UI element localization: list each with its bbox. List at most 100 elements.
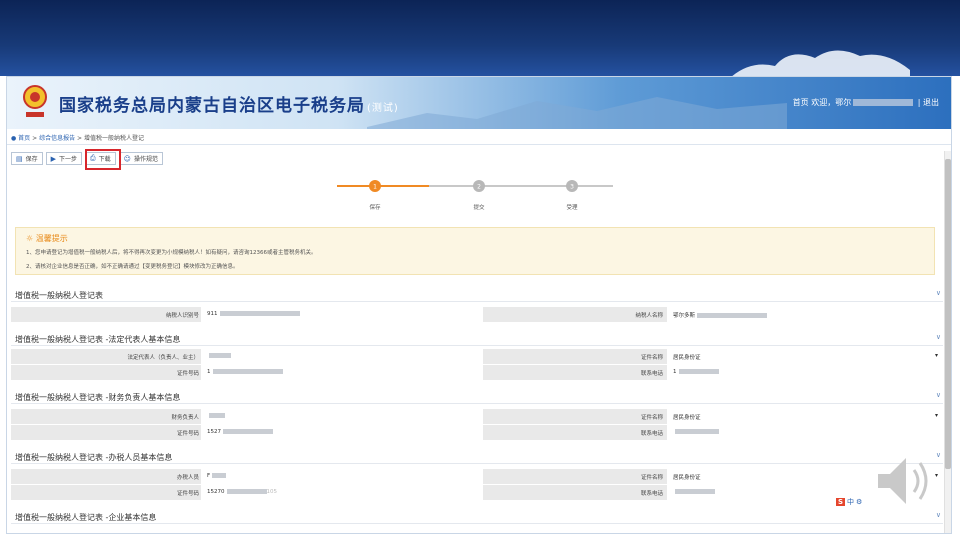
progress-steps: 1 2 3 保存 提交 受理 (337, 180, 613, 211)
dropdown-arrow-icon[interactable]: ▾ (935, 412, 938, 419)
chevron-down-icon[interactable]: ∨ (936, 333, 941, 341)
breadcrumb: ● 首页 > 综合信息报告 > 增值税一般纳税人登记 (11, 133, 144, 142)
masked-value (675, 489, 715, 494)
guide-button[interactable]: ☺ 操作规范 (118, 152, 163, 165)
legal-rep-value (207, 353, 231, 359)
idtype-select[interactable] (667, 349, 943, 364)
taxid-value: 911 (207, 311, 300, 317)
guide-label: 操作规范 (133, 156, 158, 163)
save-button[interactable]: ▤ 保存 (11, 152, 43, 165)
scrollbar-thumb[interactable] (945, 159, 951, 469)
section-legal-title: 增值税一般纳税人登记表 -法定代表人基本信息 (15, 335, 181, 344)
step-2-num: 2 (477, 184, 481, 191)
idtype-value: 居民身份证 (673, 415, 701, 421)
notice-line-1: 1、您申请登记为增值税一般纳税人后，将不得再次变更为小规模纳税人！如有疑问，请咨… (26, 250, 317, 256)
masked-value (209, 413, 225, 418)
form-row: 财务负责人 证件名称 居民身份证 ▾ (11, 409, 943, 425)
section-finance[interactable]: 增值税一般纳税人登记表 -财务负责人基本信息 ∨ (11, 391, 943, 404)
finance-person-label: 财务负责人 (171, 415, 199, 421)
idtype-label: 证件名称 (640, 355, 663, 361)
masked-value (209, 353, 231, 358)
idno-value: 1 (207, 369, 283, 375)
idno-prefix: 1 (207, 369, 211, 375)
divider (7, 144, 951, 145)
masked-value (223, 429, 273, 434)
masked-value (212, 369, 283, 374)
finance-person-value (207, 413, 225, 419)
legal-rep-label: 法定代表人（负责人、业主） (127, 355, 199, 361)
masked-value (212, 473, 227, 478)
phone-value: 1 (673, 369, 719, 375)
idtype-value: 居民身份证 (673, 475, 701, 481)
form-row: 法定代表人（负责人、业主） 证件名称 居民身份证 ▾ (11, 349, 943, 365)
download-highlight-box (85, 149, 121, 170)
notice-title-text: 温馨提示 (35, 234, 68, 243)
chevron-down-icon[interactable]: ∨ (936, 391, 941, 399)
lightbulb-icon: ☼ (26, 234, 34, 243)
section-finance-title: 增值税一般纳税人登记表 -财务负责人基本信息 (15, 393, 181, 402)
section-company[interactable]: 增值税一般纳税人登记表 -企业基本信息 ∨ (11, 511, 943, 524)
dropdown-arrow-icon[interactable]: ▾ (935, 352, 938, 359)
site-title-text: 国家税务总局内蒙古自治区电子税务局 (59, 96, 365, 116)
site-title-suffix: (测试) (367, 103, 399, 114)
breadcrumb-home[interactable]: 首页 (18, 135, 30, 142)
site-title: 国家税务总局内蒙古自治区电子税务局 (测试) (59, 91, 399, 116)
phone-value (673, 429, 719, 435)
home-link[interactable]: 首页 (793, 98, 809, 107)
idno-suffix: 105 (266, 489, 278, 495)
section-main[interactable]: 增值税一般纳税人登记表 ∨ (11, 289, 943, 302)
masked-username (853, 99, 914, 106)
breadcrumb-sep: > (77, 135, 83, 142)
idno-prefix: 15270 (207, 489, 225, 495)
idno-label: 证件号码 (176, 431, 199, 437)
idno-value: 1527 (207, 429, 273, 435)
masked-value (226, 489, 267, 494)
idno-label: 证件号码 (176, 491, 199, 497)
nav-separator: | (917, 98, 921, 107)
notice-box: ☼ 温馨提示 1、您申请登记为增值税一般纳税人后，将不得再次变更为小规模纳税人！… (15, 227, 935, 275)
form-row: 证件号码 1527 联系电话 (11, 425, 943, 441)
notice-title: ☼ 温馨提示 (26, 233, 68, 244)
users-icon: ☺ (123, 154, 131, 163)
phone-prefix: 1 (673, 369, 677, 375)
top-banner (0, 0, 960, 76)
agent-person-prefix: F (207, 473, 211, 479)
idno-value: 15270 105 (207, 489, 277, 495)
masked-value (697, 313, 768, 318)
ime-logo-icon[interactable]: S (836, 498, 846, 506)
phone-label: 联系电话 (640, 431, 663, 437)
taxid-label: 纳税人识别号 (165, 313, 199, 319)
idno-prefix: 1527 (207, 429, 221, 435)
section-legal[interactable]: 增值税一般纳税人登记表 -法定代表人基本信息 ∨ (11, 333, 943, 346)
form-row: 纳税人识别号 911 纳税人名称 鄂尔多斯 (11, 307, 943, 323)
masked-value (675, 429, 719, 434)
agent-person-value: F (207, 473, 227, 479)
next-step-label: 下一步 (59, 156, 78, 163)
form-row: 证件号码 15270 105 联系电话 (11, 485, 943, 501)
tax-portal-window: 国家税务总局内蒙古自治区电子税务局 (测试) 首页 欢迎，鄂尔 | 退出 ● 首页… (6, 76, 952, 534)
ime-toolbar: S 中 ⚙ (836, 496, 862, 508)
idtype-select[interactable] (667, 409, 943, 424)
ime-chinese-mode[interactable]: 中 (847, 497, 854, 507)
agent-person-field (201, 469, 483, 484)
section-agent-title: 增值税一般纳税人登记表 -办税人员基本信息 (15, 453, 173, 462)
play-icon: ▶ (50, 154, 57, 163)
notice-line-2: 2、请核对企业信息是否正确，如不正确请通过【变更税务登记】模块修改为正确信息。 (26, 264, 239, 270)
section-company-title: 增值税一般纳税人登记表 -企业基本信息 (15, 513, 157, 522)
chevron-down-icon[interactable]: ∨ (936, 511, 941, 519)
logout-link[interactable]: 退出 (923, 98, 939, 107)
step-3-label: 受理 (566, 203, 578, 211)
chevron-down-icon[interactable]: ∨ (936, 289, 941, 297)
breadcrumb-report[interactable]: 综合信息报告 (39, 135, 75, 142)
breadcrumb-current: 增值税一般纳税人登记 (83, 135, 144, 142)
breadcrumb-sep: > (32, 135, 38, 142)
idtype-label: 证件名称 (640, 415, 663, 421)
name-prefix: 鄂尔多斯 (673, 313, 696, 319)
section-agent[interactable]: 增值税一般纳税人登记表 -办税人员基本信息 ∨ (11, 451, 943, 464)
speaker-icon[interactable] (872, 452, 938, 510)
great-wall-mountains (367, 97, 787, 129)
next-step-button[interactable]: ▶ 下一步 (45, 152, 83, 165)
ime-settings-icon[interactable]: ⚙ (856, 498, 862, 506)
form-row: 证件号码 1 联系电话 1 (11, 365, 943, 381)
phone-label: 联系电话 (640, 491, 663, 497)
